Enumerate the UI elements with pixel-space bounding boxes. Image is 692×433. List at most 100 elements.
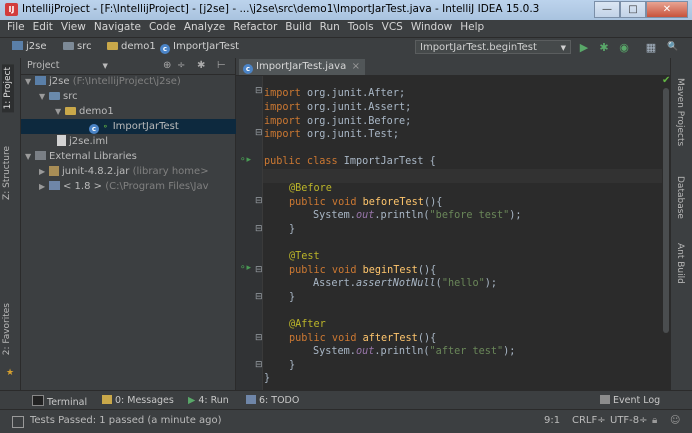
tab-structure[interactable]: Z: Structure — [2, 146, 12, 200]
fold-icon[interactable]: ⊟ — [255, 86, 263, 96]
gear-icon[interactable]: ✱ — [197, 60, 205, 71]
code-line: import org.junit.Test; — [264, 128, 399, 142]
debug-button[interactable]: ✱ — [597, 41, 611, 54]
menu-code[interactable]: Code — [145, 20, 180, 33]
menu-window[interactable]: Window — [407, 20, 456, 33]
keyword: import — [264, 116, 301, 127]
hector-icon[interactable]: ☺︎ — [670, 415, 680, 426]
breadcrumb-file[interactable]: c ImportJarTest — [160, 41, 239, 54]
line-separator[interactable]: CRLF÷ — [572, 415, 606, 426]
expand-arrow-icon[interactable]: ▼ — [39, 89, 49, 104]
expand-arrow-icon[interactable]: ▼ — [55, 104, 65, 119]
menu-build[interactable]: Build — [281, 20, 315, 33]
code-editor[interactable]: ⊟ ⊟ ⚬▸ ⊟ ⊟ ⚬▸ ⊟ ⊟ ⊟ ⊟ import org.junit.A… — [236, 75, 670, 390]
tool-label: 6: TODO — [259, 395, 300, 406]
menu-refactor[interactable]: Refactor — [229, 20, 281, 33]
tool-run[interactable]: ▶ 4: Run — [188, 395, 229, 406]
tool-terminal[interactable]: Terminal — [32, 395, 87, 408]
expand-arrow-icon[interactable]: ▼ — [25, 149, 35, 164]
fold-icon[interactable]: ⊟ — [255, 265, 263, 275]
file-encoding[interactable]: UTF-8÷ — [610, 415, 648, 426]
scrollbar-thumb[interactable] — [663, 88, 669, 333]
tree-item-j2se[interactable]: ▼ j2se (F:\IntellijProject\j2se) — [21, 74, 239, 89]
fold-icon[interactable]: ⊟ — [255, 224, 263, 234]
breadcrumb-project[interactable]: j2se — [12, 41, 47, 52]
expand-arrow-icon[interactable]: ▶ — [39, 179, 49, 194]
menu-tools[interactable]: Tools — [344, 20, 378, 33]
search-everywhere-button[interactable]: 🔍 — [666, 41, 680, 54]
project-structure-button[interactable]: ▦ — [644, 41, 658, 54]
minimize-button[interactable]: — — [594, 1, 620, 18]
hide-panel-icon[interactable]: ⊢ — [217, 60, 226, 71]
tree-item-j2se-iml[interactable]: j2se.iml — [21, 134, 271, 149]
menu-edit[interactable]: Edit — [29, 20, 57, 33]
status-message[interactable]: Tests Passed: 1 passed (a minute ago) — [30, 415, 222, 426]
breadcrumb-package[interactable]: demo1 — [107, 41, 156, 52]
menu-view[interactable]: View — [57, 20, 90, 33]
messages-icon — [102, 395, 112, 404]
menu-navigate[interactable]: Navigate — [90, 20, 145, 33]
code-text: } — [289, 360, 296, 371]
code-line: System.out.println("after test"); — [313, 345, 515, 359]
run-configuration-select[interactable]: ImportJarTest.beginTest ▼ — [415, 40, 571, 54]
menu-help[interactable]: Help — [456, 20, 488, 33]
tab-maven-projects[interactable]: Maven Projects — [675, 78, 685, 146]
ide-window: IJ IntellijProject - [F:\IntellijProject… — [0, 0, 692, 433]
maximize-button[interactable]: □ — [620, 1, 646, 18]
breadcrumb-file-label: ImportJarTest — [173, 41, 240, 52]
file-icon — [57, 135, 66, 146]
expand-arrow-icon[interactable]: ▶ — [39, 164, 49, 179]
project-view-select[interactable]: Project ▼ — [27, 60, 108, 71]
tree-item-label: < 1.8 > — [63, 181, 103, 192]
sync-icon[interactable]: ⊕ — [163, 60, 171, 71]
code-text: } — [289, 224, 296, 235]
code-line: import org.junit.Before; — [264, 115, 411, 129]
code-line: System.out.println("before test"); — [313, 209, 522, 223]
expand-arrow-icon[interactable]: ▼ — [25, 74, 35, 89]
tab-favorites[interactable]: 2: Favorites — [2, 303, 12, 355]
code-text: System. — [313, 346, 356, 357]
collapse-all-icon[interactable]: ÷ — [177, 60, 185, 71]
window-controls: — □ ✕ — [594, 1, 688, 18]
tree-item-src[interactable]: ▼ src — [21, 89, 253, 104]
tree-item-hint: (C:\Program Files\Jav — [102, 181, 209, 192]
menu-file[interactable]: File — [0, 20, 29, 33]
tab-database[interactable]: Database — [675, 176, 685, 219]
tab-importjartest-java[interactable]: c ImportJarTest.java × — [239, 59, 365, 75]
tool-todo[interactable]: 6: TODO — [246, 395, 299, 406]
menu-vcs[interactable]: VCS — [378, 20, 407, 33]
class-icon: c — [243, 64, 253, 74]
tree-item-demo1[interactable]: ▼ demo1 — [21, 104, 269, 119]
menu-analyze[interactable]: Analyze — [180, 20, 229, 33]
tool-event-log[interactable]: Event Log — [600, 395, 660, 406]
fold-icon[interactable]: ⊟ — [255, 292, 263, 302]
fold-icon[interactable]: ⊟ — [255, 360, 263, 370]
tab-ant-build[interactable]: Ant Build — [675, 243, 685, 284]
fold-icon[interactable]: ⊟ — [255, 196, 263, 206]
toggle-tool-buttons-icon[interactable] — [12, 416, 24, 428]
code-text: (){ — [417, 265, 437, 276]
tool-messages[interactable]: 0: Messages — [102, 395, 174, 406]
close-window-button[interactable]: ✕ — [646, 1, 688, 18]
run-config-label: ImportJarTest.beginTest — [420, 42, 537, 53]
run-test-icon[interactable]: ⚬▸ — [239, 263, 251, 273]
tree-item-junit-jar[interactable]: ▶ junit-4.8.2.jar (library home> — [21, 164, 253, 179]
caret-position[interactable]: 9:1 — [544, 415, 560, 426]
menu-run[interactable]: Run — [316, 20, 344, 33]
tree-item-external-libraries[interactable]: ▼ External Libraries — [21, 149, 239, 164]
breadcrumb-src[interactable]: src — [63, 41, 92, 52]
coverage-button[interactable]: ◉ — [617, 41, 631, 54]
close-icon[interactable]: × — [352, 59, 360, 75]
tab-project[interactable]: 1: Project — [2, 64, 14, 113]
lock-icon[interactable]: 🔒︎ — [652, 415, 657, 426]
run-test-icon[interactable]: ⚬▸ — [239, 155, 251, 165]
tree-item-label: j2se — [49, 76, 70, 87]
class-icon: c — [89, 124, 99, 134]
fold-icon[interactable]: ⊟ — [255, 128, 263, 138]
run-button[interactable]: ▶ — [577, 41, 591, 54]
tree-item-jdk[interactable]: ▶ < 1.8 > (C:\Program Files\Jav — [21, 179, 253, 194]
editor-scrollbar[interactable] — [662, 76, 670, 390]
code-content[interactable]: import org.junit.After; import org.junit… — [264, 76, 662, 390]
code-line: } — [289, 223, 295, 237]
fold-icon[interactable]: ⊟ — [255, 333, 263, 343]
